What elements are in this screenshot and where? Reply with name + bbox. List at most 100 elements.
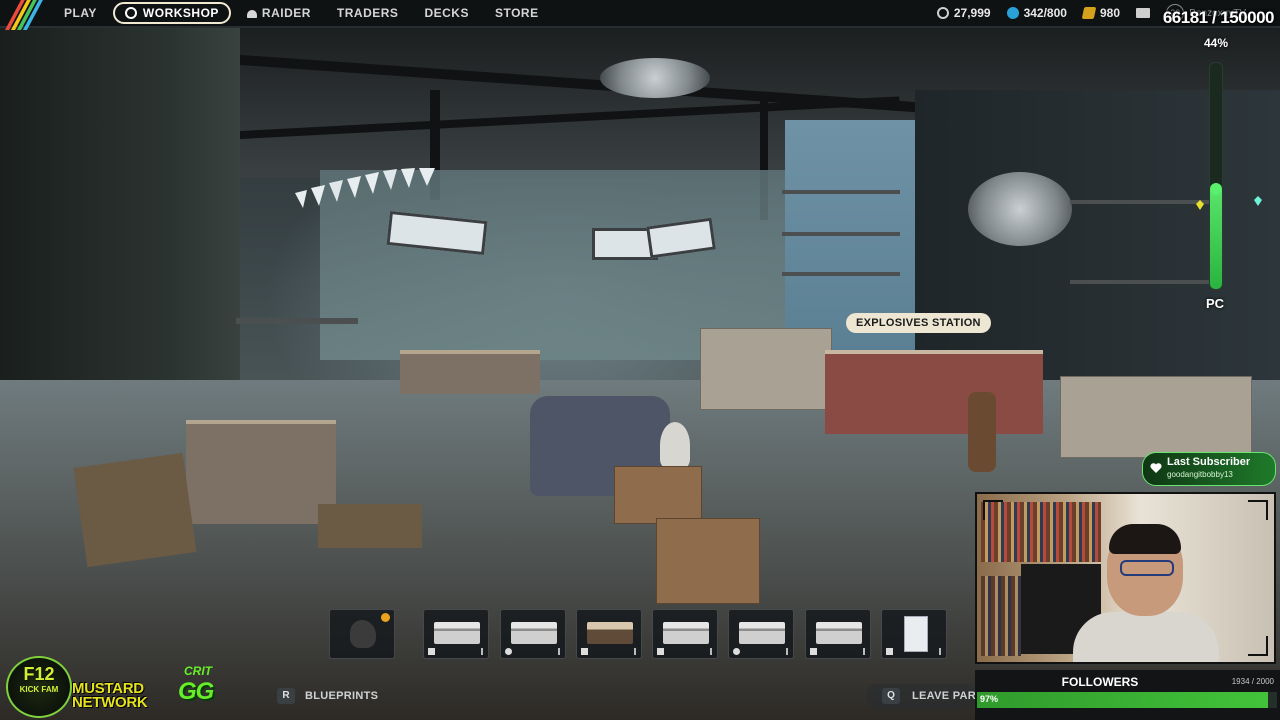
- bookshelf-lower: [981, 576, 1021, 656]
- helmet-icon: [246, 10, 257, 18]
- followers-count: 1934 / 2000: [1231, 677, 1274, 686]
- cardboard-box: [614, 466, 702, 524]
- followers-goal-widget: FOLLOWERS 1934 / 2000 97%: [975, 670, 1280, 720]
- nav-store[interactable]: STORE: [485, 3, 549, 23]
- nav-play[interactable]: PLAY: [54, 3, 107, 23]
- hotbar-slot-fridge[interactable]: [881, 609, 947, 659]
- gold-icon: [1081, 7, 1097, 19]
- mail-button[interactable]: [1136, 8, 1150, 18]
- workbench-back: [400, 350, 540, 394]
- hotbar-slot-workbench[interactable]: [423, 609, 489, 659]
- nav-raider-label: RAIDER: [261, 6, 311, 20]
- xp-progress-bar: [1209, 62, 1223, 290]
- hotbar-slot-medical-bench[interactable]: [652, 609, 718, 659]
- xp-percent: 44%: [1203, 36, 1229, 50]
- nav-decks[interactable]: DECKS: [414, 3, 479, 23]
- mustard-logo-line2: NETWORK: [72, 694, 148, 711]
- nav-workshop[interactable]: WORKSHOP: [112, 2, 231, 24]
- wall-shelf: [782, 272, 900, 276]
- drawer-cabinet: [1060, 376, 1252, 458]
- bunting-flags: [295, 168, 435, 208]
- category-icon: [581, 648, 588, 655]
- game-logo: [0, 0, 46, 30]
- info-icon: [786, 648, 788, 655]
- hotbar-slot-explosives-bench[interactable]: [728, 609, 794, 659]
- f12-logo-text: F12: [23, 664, 55, 684]
- wooden-chair: [968, 392, 996, 472]
- hotbar-slot-table[interactable]: [576, 609, 642, 659]
- frame-corner-icon: [983, 500, 1003, 520]
- credits-icon: [936, 7, 949, 19]
- info-icon: [710, 648, 712, 655]
- streamer-glasses: [1120, 560, 1174, 576]
- info-icon: [634, 648, 636, 655]
- white-cabinet: [700, 328, 832, 410]
- category-icon: [733, 648, 740, 655]
- nav-raider[interactable]: RAIDER: [237, 3, 321, 23]
- followers-progress-bar: [977, 692, 1277, 708]
- nav-traders[interactable]: TRADERS: [327, 3, 409, 23]
- chicken-icon: [350, 620, 376, 648]
- currency-bar: 27,999 342/800 980: [936, 0, 1150, 26]
- cardboard-box: [656, 518, 760, 604]
- fridge-icon: [904, 616, 928, 652]
- xp-counter: 66181 / 150000: [1162, 8, 1275, 27]
- followers-progress-fill: [977, 692, 1268, 708]
- frame-corner-icon: [1248, 636, 1268, 656]
- explosives-station-bench: [825, 350, 1043, 434]
- gold-display[interactable]: 980: [1081, 6, 1120, 20]
- mustard-network-logo: MUSTARD NETWORK: [72, 681, 148, 711]
- platform-label: PC: [1205, 296, 1225, 311]
- streamer-hair: [1109, 524, 1181, 554]
- last-subscriber-title: Last Subscriber: [1167, 456, 1251, 468]
- blueprints-button[interactable]: BLUEPRINTS: [305, 690, 378, 702]
- gear-icon: [124, 7, 137, 19]
- desk-icon: [511, 622, 557, 644]
- followers-percent: 97%: [980, 694, 999, 704]
- heart-icon: [1150, 463, 1162, 473]
- storage-crate: [318, 504, 422, 548]
- explosives-bench-icon: [739, 622, 785, 644]
- credits-display[interactable]: 27,999: [936, 6, 991, 20]
- wall-shelf: [782, 232, 900, 236]
- workbench-icon: [434, 622, 480, 644]
- blueprints-key[interactable]: R: [277, 688, 295, 704]
- crit-logo-bottom: GG: [178, 678, 214, 705]
- wooden-crate: [73, 452, 197, 568]
- station-label[interactable]: EXPLOSIVES STATION: [846, 313, 991, 333]
- table-icon: [587, 622, 633, 644]
- webcam-feed: [975, 492, 1276, 664]
- leave-button[interactable]: LEAVE PAR: [912, 690, 976, 702]
- tokens-value: 342/800: [1023, 6, 1067, 20]
- medical-bench-icon: [663, 622, 709, 644]
- info-icon: [863, 648, 865, 655]
- frame-corner-icon: [1248, 500, 1268, 520]
- medical-cross-icon: [657, 648, 664, 655]
- token-icon: [1006, 7, 1019, 19]
- surgical-lamp: [968, 172, 1072, 246]
- hotbar-slot-desk[interactable]: [500, 609, 566, 659]
- xp-progress-knob: [1210, 182, 1222, 195]
- crit-logo-top: CRIT: [184, 664, 212, 678]
- info-icon: [481, 648, 483, 655]
- xp-progress-fill: [1210, 189, 1222, 289]
- hotbar-slot-chicken[interactable]: [329, 609, 395, 659]
- left-shelf: [236, 318, 358, 324]
- f12-kickfam-logo: F12 KICK FAM: [6, 656, 72, 718]
- mail-icon: [1136, 8, 1150, 18]
- leave-key[interactable]: Q: [882, 688, 900, 704]
- left-workbench: [186, 420, 336, 524]
- cabinet-icon: [816, 622, 862, 644]
- category-icon: [886, 648, 893, 655]
- main-nav: PLAY WORKSHOP RAIDER TRADERS DECKS STORE: [54, 2, 549, 24]
- critgg-logo: CRIT GG: [174, 664, 236, 714]
- info-icon: [939, 648, 941, 655]
- wall-shelf: [1070, 280, 1210, 284]
- hotbar-slot-cabinet[interactable]: [805, 609, 871, 659]
- nav-workshop-label: WORKSHOP: [142, 6, 219, 20]
- tokens-display[interactable]: 342/800: [1006, 6, 1067, 20]
- tools-icon: [810, 648, 817, 655]
- new-badge: [381, 613, 390, 622]
- last-subscriber-widget: Last Subscriber goodangitbobby13: [1142, 452, 1276, 486]
- wall-shelf: [1070, 200, 1210, 204]
